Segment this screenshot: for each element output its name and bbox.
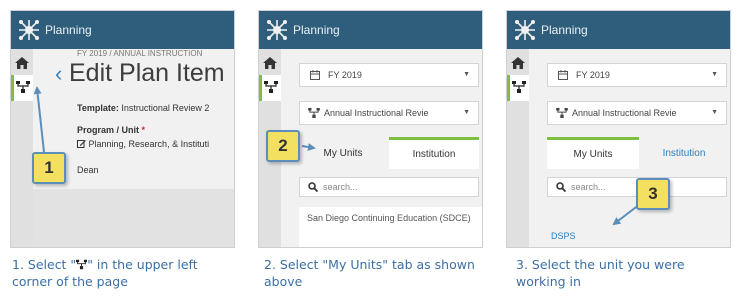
callout-step-3: 3: [636, 178, 670, 210]
caption-step-3: 3. Select the unit you were working in: [516, 257, 685, 289]
app-title: Planning: [541, 23, 588, 37]
search-icon: [308, 182, 318, 192]
program-unit-label: Program / Unit *: [77, 125, 145, 135]
list-item[interactable]: San Diego Continuing Education (SDCE): [299, 207, 482, 230]
fiscal-year-value: FY 2019: [576, 70, 610, 80]
tab-institution[interactable]: Institution: [389, 137, 479, 169]
caret-down-icon: ▼: [711, 71, 718, 78]
app-title: Planning: [293, 23, 340, 37]
tab-my-units[interactable]: My Units: [299, 137, 387, 169]
page-title: Edit Plan Item: [69, 59, 225, 87]
unit-list-item-dsps[interactable]: DSPS: [551, 231, 576, 241]
top-bar: Planning: [507, 11, 730, 49]
caret-down-icon: ▼: [711, 109, 718, 116]
sidebar: [507, 49, 529, 247]
review-type-select[interactable]: Annual Instructional Revie ▼: [299, 101, 479, 125]
hierarchy-icon: [264, 81, 278, 93]
top-bar: Planning: [11, 11, 234, 49]
fiscal-year-select[interactable]: FY 2019 ▼: [547, 63, 727, 87]
unit-tabs: My Units Institution: [547, 137, 727, 169]
template-label: Template:: [77, 103, 119, 113]
planning-logo-icon: [19, 20, 39, 40]
top-bar: Planning: [259, 11, 482, 49]
caption-step-1: 1. Select " " in the upper left corner of…: [12, 256, 237, 290]
review-type-select[interactable]: Annual Instructional Revie ▼: [547, 101, 727, 125]
hierarchy-icon: [16, 81, 30, 93]
screenshot-panel-1: Planning FY 2019 / ANNUAL INSTRUCTION ‹ …: [10, 10, 235, 248]
sidebar-item-units[interactable]: [259, 75, 281, 101]
sidebar-item-units[interactable]: [507, 75, 529, 101]
fiscal-year-select[interactable]: FY 2019 ▼: [299, 63, 479, 87]
review-type-value: Annual Instructional Revie: [324, 108, 429, 118]
calendar-icon: [310, 70, 320, 80]
review-type-value: Annual Instructional Revie: [572, 108, 677, 118]
tab-institution[interactable]: Institution: [641, 137, 727, 169]
screenshot-panel-2: Planning FY 2019 ▼ Annual Instructional …: [258, 10, 483, 248]
caret-down-icon: ▼: [463, 71, 470, 78]
search-placeholder: search...: [571, 182, 606, 192]
hierarchy-icon: [76, 259, 88, 270]
app-title: Planning: [45, 23, 92, 37]
dean-field[interactable]: [33, 189, 234, 247]
home-icon[interactable]: [263, 57, 277, 69]
edit-icon: [77, 140, 86, 148]
screenshot-panel-3: Planning FY 2019 ▼ Annual Instructional …: [506, 10, 731, 248]
breadcrumb[interactable]: FY 2019 / ANNUAL INSTRUCTION: [77, 49, 202, 58]
program-unit-text: Planning, Research, & Instituti: [88, 139, 210, 149]
back-chevron-icon[interactable]: ‹: [55, 61, 62, 87]
search-icon: [556, 182, 566, 192]
template-value: Instructional Review 2: [121, 103, 210, 113]
planning-logo-icon: [267, 20, 287, 40]
unit-list: San Diego Continuing Education (SDCE): [299, 207, 482, 247]
hierarchy-icon: [556, 108, 568, 118]
planning-logo-icon: [515, 20, 535, 40]
program-unit-value[interactable]: Planning, Research, & Instituti: [77, 139, 209, 149]
callout-step-1: 1: [32, 152, 66, 184]
tab-my-units[interactable]: My Units: [547, 137, 639, 169]
search-input[interactable]: search...: [299, 177, 479, 197]
unit-tabs: My Units Institution: [299, 137, 479, 169]
caret-down-icon: ▼: [463, 109, 470, 116]
calendar-icon: [558, 70, 568, 80]
caption-1-before: 1. Select ": [12, 257, 77, 272]
home-icon[interactable]: [15, 57, 29, 69]
sidebar-item-units[interactable]: [11, 75, 33, 101]
template-line: Template: Instructional Review 2: [77, 103, 209, 113]
search-placeholder: search...: [323, 182, 358, 192]
callout-step-2: 2: [266, 130, 300, 162]
required-mark: *: [141, 125, 146, 135]
dean-label: Dean: [77, 165, 99, 175]
sidebar: [11, 49, 33, 247]
fiscal-year-value: FY 2019: [328, 70, 362, 80]
caption-step-2: 2. Select "My Units" tab as shown above: [264, 257, 475, 289]
home-icon[interactable]: [511, 57, 525, 69]
program-label-text: Program / Unit: [77, 125, 140, 135]
hierarchy-icon: [512, 81, 526, 93]
hierarchy-icon: [308, 108, 320, 118]
